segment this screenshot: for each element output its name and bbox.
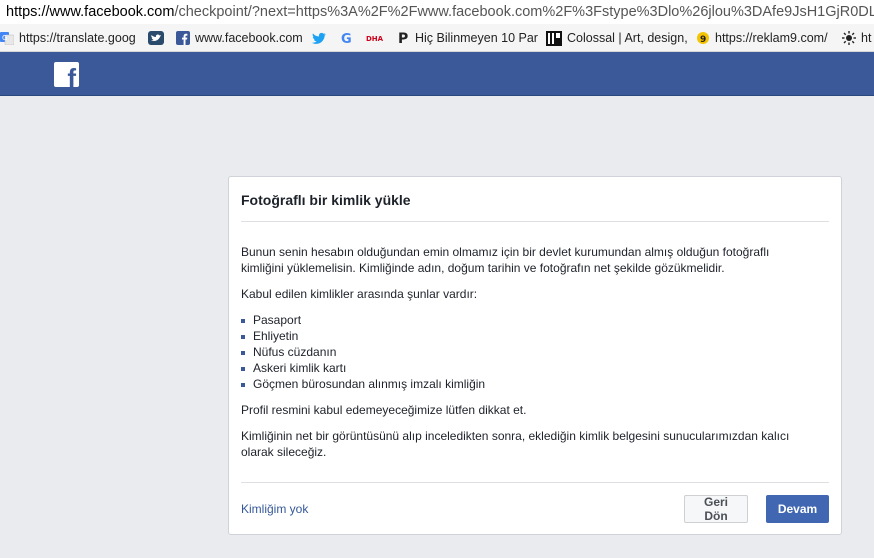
svg-text:P: P: [398, 31, 408, 45]
address-bar[interactable]: https://www.facebook.com/checkpoint/?nex…: [0, 0, 874, 24]
facebook-icon: [176, 31, 190, 45]
bookmark-p[interactable]: P Hiç Bilinmeyen 10 Par: [398, 24, 538, 51]
bookmark-facebook-label: www.facebook.com: [195, 31, 303, 45]
colossal-icon: [546, 30, 562, 46]
profile-photo-note: Profil resmini kabul edemeyeceğimize lüt…: [241, 403, 527, 417]
twitter-bird-icon: [148, 31, 164, 45]
bookmark-sun[interactable]: ht: [842, 24, 872, 51]
twitter-icon: [312, 32, 327, 44]
svg-text:G: G: [341, 32, 352, 45]
facebook-header: f: [0, 52, 874, 96]
footer-divider: [241, 482, 829, 483]
facebook-logo-letter: f: [67, 63, 76, 93]
google-translate-icon: G: [0, 32, 14, 45]
bookmark-colossal-label: Colossal | Art, design,: [567, 31, 688, 45]
continue-button[interactable]: Devam: [766, 495, 829, 523]
svg-text:DHA: DHA: [366, 35, 384, 43]
card-title: Fotoğraflı bir kimlik yükle: [241, 192, 411, 208]
url-host: https://www.facebook.com: [6, 4, 175, 20]
svg-text:9: 9: [700, 35, 706, 45]
back-button[interactable]: Geri Dön: [684, 495, 748, 523]
bookmark-reklam9-label: https://reklam9.com/: [715, 31, 828, 45]
bookmark-twitter-bird[interactable]: [148, 24, 169, 51]
facebook-logo-icon[interactable]: f: [54, 62, 79, 91]
google-icon: G: [341, 32, 352, 45]
reklam9-icon: 9: [697, 32, 709, 45]
bookmark-colossal[interactable]: Colossal | Art, design,: [546, 24, 688, 51]
accepted-id-list: Pasaport Ehliyetin Nüfus cüzdanın Askeri…: [241, 312, 811, 392]
card-body: Bunun senin hesabın olduğundan emin olma…: [241, 244, 811, 470]
list-item: Göçmen bürosundan alınmış imzalı kimliği…: [241, 376, 811, 392]
no-id-link[interactable]: Kimliğim yok: [241, 502, 308, 516]
intro-text: Bunun senin hesabın olduğundan emin olma…: [241, 245, 770, 275]
p-icon: P: [398, 31, 408, 45]
list-item: Ehliyetin: [241, 328, 811, 344]
deletion-note: Kimliğinin net bir görüntüsünü alıp ince…: [241, 429, 790, 459]
title-divider: [241, 221, 829, 222]
upload-id-card: Fotoğraflı bir kimlik yükle Bunun senin …: [228, 176, 842, 535]
bookmark-translate[interactable]: G https://translate.goog: [0, 24, 136, 51]
dha-icon: DHA: [366, 35, 384, 43]
sun-icon: [842, 31, 856, 45]
url-path: /checkpoint/?next=https%3A%2F%2Fwww.face…: [174, 4, 874, 20]
bookmark-sun-label: ht: [861, 31, 872, 45]
bookmark-reklam9[interactable]: 9 https://reklam9.com/: [696, 24, 828, 51]
bookmarks-bar: G https://translate.goog www.facebook.co…: [0, 24, 874, 52]
accepted-heading: Kabul edilen kimlikler arasında şunlar v…: [241, 287, 478, 301]
bookmark-twitter[interactable]: [312, 24, 332, 51]
bookmark-translate-label: https://translate.goog: [19, 31, 136, 45]
list-item: Pasaport: [241, 312, 811, 328]
bookmark-p-label: Hiç Bilinmeyen 10 Par: [415, 31, 538, 45]
list-item: Askeri kimlik kartı: [241, 360, 811, 376]
list-item: Nüfus cüzdanın: [241, 344, 811, 360]
bookmark-dha[interactable]: DHA: [366, 24, 389, 51]
bookmark-google[interactable]: G: [340, 24, 359, 51]
bookmark-facebook[interactable]: www.facebook.com: [176, 24, 303, 51]
svg-text:G: G: [2, 34, 7, 42]
